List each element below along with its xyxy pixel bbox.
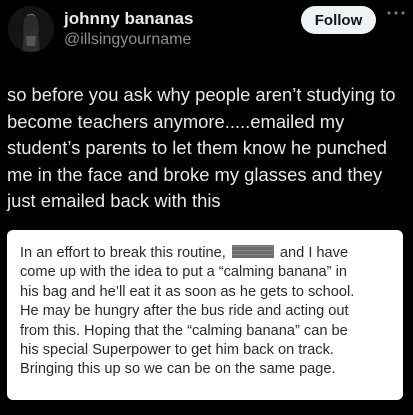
tweet-text-line: become teachers anymore.....emailed my (7, 110, 345, 132)
email-text-line: He may be hungry after the bus ride and … (20, 303, 349, 320)
follow-button[interactable]: Follow (301, 6, 376, 34)
email-text-segment: and I have (279, 245, 349, 261)
author-avatar[interactable] (8, 6, 54, 52)
email-text-line: his bag and he’ll eat it as soon as he g… (20, 283, 355, 300)
author-handle[interactable]: @illsingyourname (64, 31, 191, 49)
more-options-icon[interactable] (385, 8, 407, 24)
author-name[interactable]: johnny bananas (64, 9, 193, 29)
email-text-line: In an effort to break this routine, and … (20, 244, 400, 263)
email-text-line: Bringing this up so we can be on the sam… (20, 361, 336, 378)
tweet-text-line: just emailed back with this (7, 190, 221, 211)
redacted-name-icon (231, 245, 274, 258)
email-text-line: his special Superpower to get him back o… (20, 342, 334, 359)
email-text: In an effort to break this routine, and … (20, 244, 400, 380)
email-text-line: from this. Hoping that the “calming bana… (20, 322, 348, 339)
profile-photo-icon (8, 6, 54, 52)
email-text-segment: In an effort to break this routine, (20, 245, 226, 261)
tweet-text-line: so before you ask why people aren’t stud… (7, 84, 396, 105)
tweet-text-line: me in the face and broke my glasses and … (7, 163, 383, 185)
tweet-text-line: student’s parents to let them know he pu… (7, 137, 387, 158)
tweet-text: so before you ask why people aren’t stud… (7, 82, 411, 215)
attached-email-image[interactable]: In an effort to break this routine, and … (7, 230, 403, 400)
email-text-line: come up with the idea to put a “calming … (20, 264, 347, 281)
